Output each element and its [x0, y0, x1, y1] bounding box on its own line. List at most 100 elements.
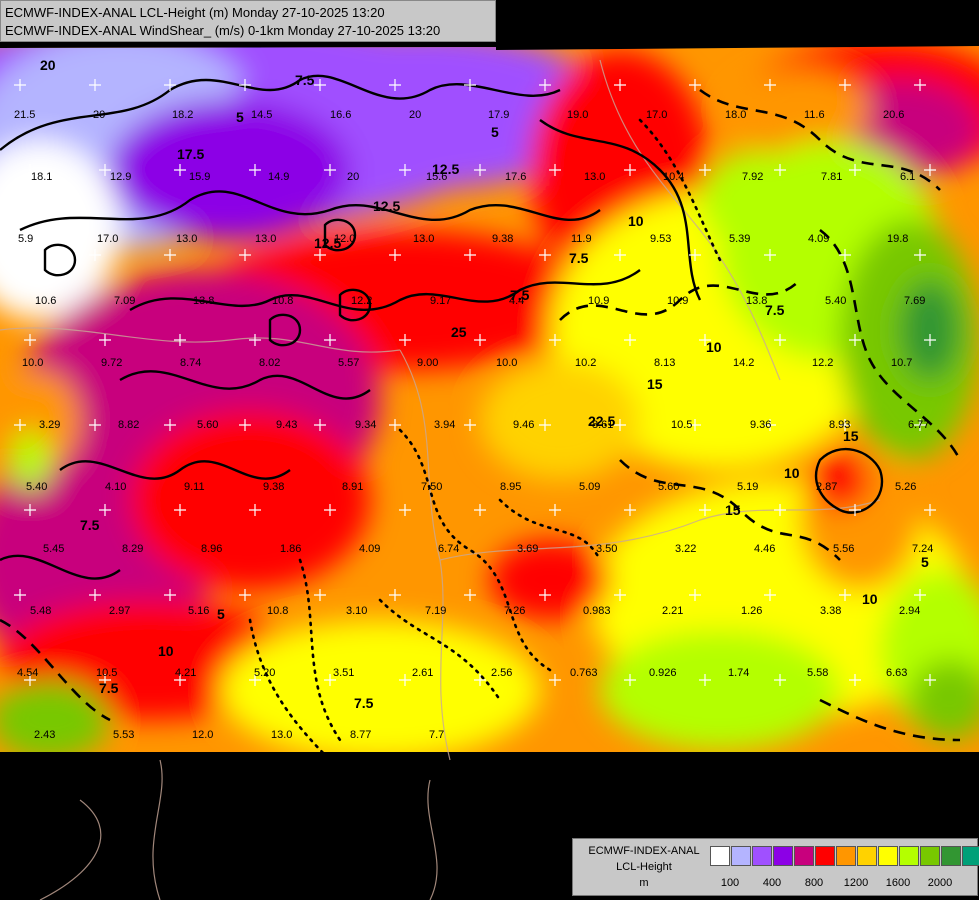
station-value-label: 4.54: [17, 667, 38, 679]
contour-value-label: 25: [451, 324, 467, 340]
station-value-label: 5.60: [197, 419, 218, 431]
station-value-label: 7.92: [742, 171, 763, 183]
station-value-label: 13.0: [413, 233, 434, 245]
station-value-label: 9.00: [417, 357, 438, 369]
station-value-label: 9.43: [276, 419, 297, 431]
station-value-label: 0.763: [570, 667, 598, 679]
station-value-label: 10.5: [96, 667, 117, 679]
station-value-label: 9.34: [355, 419, 376, 431]
station-value-label: 5.57: [338, 357, 359, 369]
contour-value-label: 10: [158, 643, 174, 659]
station-value-label: 3.69: [517, 543, 538, 555]
legend-tick-label: 800: [804, 877, 824, 889]
station-value-label: 7.69: [904, 295, 925, 307]
station-value-label: 12.2: [351, 295, 372, 307]
station-value-label: 5.40: [26, 481, 47, 493]
legend-swatch: [941, 846, 961, 866]
station-value-label: 3.51: [333, 667, 354, 679]
station-value-label: 6.74: [438, 543, 459, 555]
station-value-label: 19.8: [887, 233, 908, 245]
station-value-label: 14.9: [268, 171, 289, 183]
station-value-label: 7.7: [429, 729, 444, 741]
station-value-label: 10.0: [22, 357, 43, 369]
legend-tick-label: 400: [762, 877, 782, 889]
station-value-label: 5.26: [895, 481, 916, 493]
station-value-label: 9.11: [184, 481, 205, 493]
legend-swatch: [752, 846, 772, 866]
station-value-label: 1.86: [280, 543, 301, 555]
legend-swatch: [857, 846, 877, 866]
legend-tick-label: 1200: [843, 877, 869, 889]
station-value-label: 2.56: [491, 667, 512, 679]
station-value-label: 5.53: [113, 729, 134, 741]
station-value-label: 20.6: [883, 109, 904, 121]
station-value-label: 20: [347, 171, 359, 183]
station-value-label: 13.0: [176, 233, 197, 245]
station-value-label: 10.6: [35, 295, 56, 307]
contour-value-label: 22.5: [588, 413, 615, 429]
station-value-label: 10.2: [575, 357, 596, 369]
station-value-label: 15.9: [189, 171, 210, 183]
contour-value-label: 5: [217, 606, 225, 622]
contour-value-label: 7.5: [295, 72, 315, 88]
station-value-label: 3.94: [434, 419, 455, 431]
station-value-label: 3.10: [346, 605, 367, 617]
contour-value-label: 10: [784, 465, 800, 481]
contour-value-label: 7.5: [99, 680, 119, 696]
station-value-label: 8.77: [350, 729, 371, 741]
station-value-label: 18.2: [172, 109, 193, 121]
station-value-label: 8.29: [122, 543, 143, 555]
contour-value-label: 7.5: [765, 302, 785, 318]
station-value-label: 8.96: [201, 543, 222, 555]
station-value-label: 17.0: [97, 233, 118, 245]
station-value-label: 2.94: [899, 605, 920, 617]
legend-swatch: [878, 846, 898, 866]
station-value-label: 12.0: [192, 729, 213, 741]
contour-value-label: 15: [843, 428, 859, 444]
station-value-label: 9.38: [263, 481, 284, 493]
station-value-label: 2.61: [412, 667, 433, 679]
station-value-label: 4.09: [359, 543, 380, 555]
station-value-label: 5.19: [737, 481, 758, 493]
station-value-label: 6.63: [886, 667, 907, 679]
station-value-label: 18.1: [31, 171, 52, 183]
station-value-label: 20: [409, 109, 421, 121]
station-value-label: 4.46: [754, 543, 775, 555]
legend-swatches: [710, 846, 979, 866]
title-line-lcl: ECMWF-INDEX-ANAL LCL-Height (m) Monday 2…: [5, 5, 385, 20]
contour-value-label: 5: [921, 554, 929, 570]
legend-field: LCL-Height: [616, 861, 672, 873]
station-value-label: 9.72: [101, 357, 122, 369]
station-value-label: 7.19: [425, 605, 446, 617]
station-value-label: 11.9: [571, 233, 592, 245]
contour-value-label: 7.5: [354, 695, 374, 711]
station-value-label: 12.9: [110, 171, 131, 183]
station-value-label: 9.53: [650, 233, 671, 245]
station-value-label: 8.95: [500, 481, 521, 493]
station-value-label: 19.0: [567, 109, 588, 121]
station-value-label: 7.26: [504, 605, 525, 617]
station-value-label: 5.40: [825, 295, 846, 307]
station-value-label: 10.0: [496, 357, 517, 369]
station-value-label: 13.0: [255, 233, 276, 245]
station-value-label: 5.58: [807, 667, 828, 679]
legend-swatch: [836, 846, 856, 866]
station-value-label: 10.8: [272, 295, 293, 307]
legend-tick-label: 1600: [885, 877, 911, 889]
contour-value-label: 15: [725, 502, 741, 518]
station-value-label: 2.43: [34, 729, 55, 741]
station-value-label: 0.926: [649, 667, 677, 679]
station-value-label: 2.87: [816, 481, 837, 493]
contour-value-label: 12.5: [432, 161, 459, 177]
station-value-label: 8.02: [259, 357, 280, 369]
contour-value-label: 10: [706, 339, 722, 355]
station-value-label: 6.77: [908, 419, 929, 431]
contour-value-label: 17.5: [177, 146, 204, 162]
station-value-label: 10.7: [891, 357, 912, 369]
station-value-label: 13.0: [584, 171, 605, 183]
station-value-label: 9.17: [430, 295, 451, 307]
station-value-label: 4.10: [105, 481, 126, 493]
contour-value-label: 7.5: [80, 517, 100, 533]
station-value-label: 8.13: [654, 357, 675, 369]
station-value-label: 3.29: [39, 419, 60, 431]
